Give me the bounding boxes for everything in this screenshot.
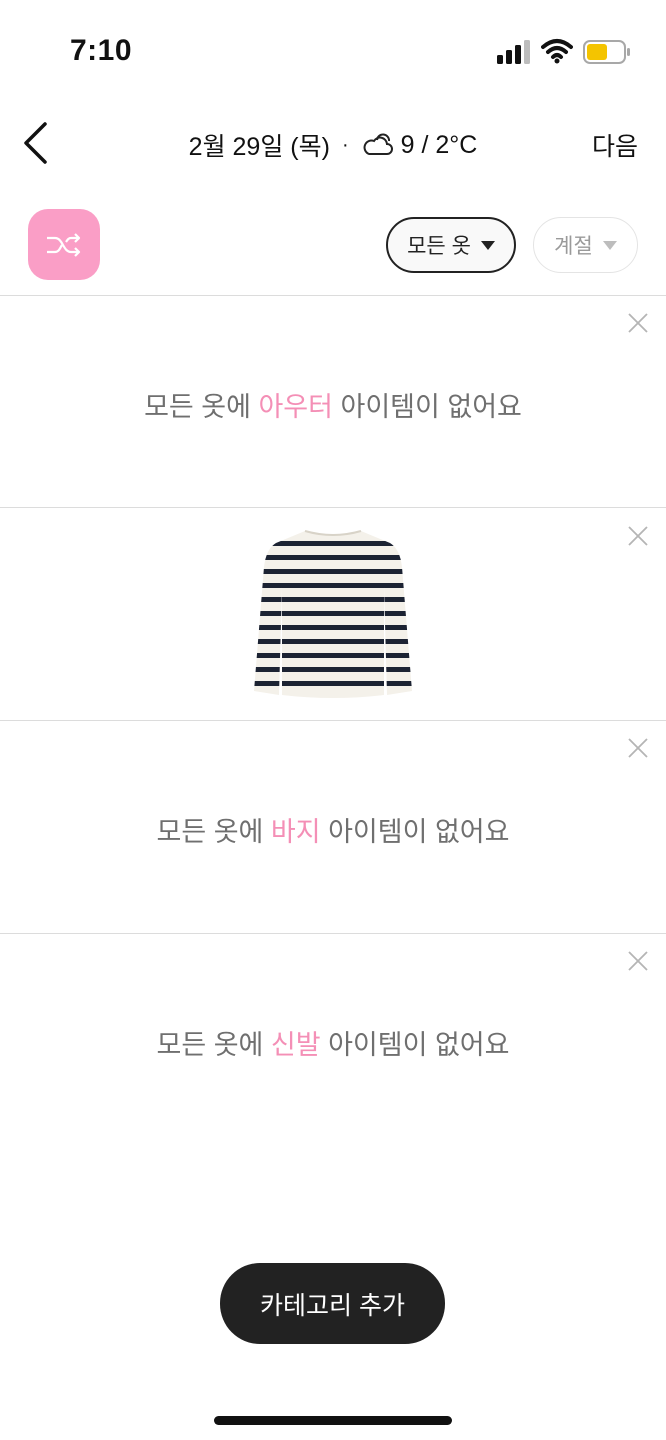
season-label: 계절 <box>554 235 593 258</box>
filter-all-clothes-dropdown[interactable]: 모든 옷 <box>386 217 516 273</box>
striped-shirt-icon[interactable] <box>250 527 416 703</box>
separator-dot: · <box>341 133 349 156</box>
close-icon[interactable] <box>627 525 649 547</box>
section-divider <box>0 507 666 508</box>
status-time: 7:10 <box>70 34 133 67</box>
empty-pants-message: 모든 옷에 바지 아이템이 없어요 <box>156 817 510 847</box>
signal-icon <box>497 40 530 64</box>
add-category-button[interactable]: 카테고리 추가 <box>220 1263 445 1344</box>
cloud-icon <box>363 133 393 155</box>
close-icon[interactable] <box>627 950 649 972</box>
next-button[interactable]: 다음 <box>592 127 638 163</box>
filter-season-dropdown[interactable]: 계절 <box>533 217 638 273</box>
caret-down-icon <box>480 240 495 250</box>
date-label: 2월 29일 (목) <box>188 133 330 161</box>
caret-down-icon <box>602 240 617 250</box>
battery-icon <box>583 40 630 64</box>
wifi-icon <box>541 39 573 64</box>
shuffle-icon <box>47 232 81 257</box>
nav-title: 2월 29일 (목) · 9 / 2°C <box>0 127 666 163</box>
shuffle-button[interactable] <box>28 209 100 280</box>
empty-shoes-message: 모든 옷에 신발 아이템이 없어요 <box>156 1030 510 1060</box>
section-divider <box>0 933 666 934</box>
close-icon[interactable] <box>627 737 649 759</box>
section-divider <box>0 295 666 296</box>
temperature-label: 9 / 2°C <box>400 130 478 159</box>
close-icon[interactable] <box>627 312 649 334</box>
section-divider <box>0 720 666 721</box>
filter-label: 모든 옷 <box>407 235 471 258</box>
empty-outer-message: 모든 옷에 아우터 아이템이 없어요 <box>144 392 522 422</box>
home-indicator <box>214 1416 452 1425</box>
